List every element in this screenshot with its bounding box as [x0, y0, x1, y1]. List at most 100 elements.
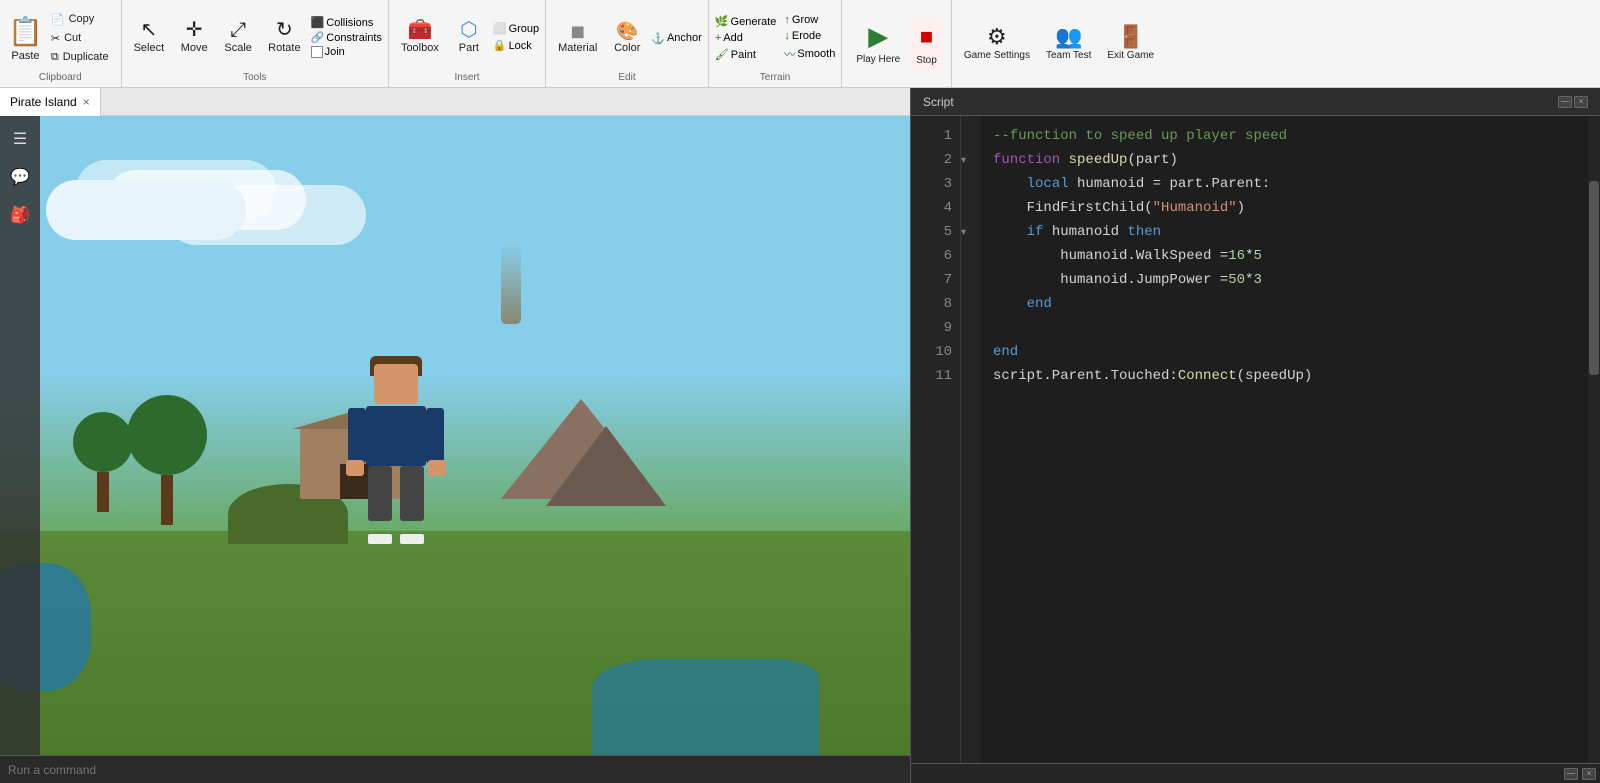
team-test-button[interactable]: 👥 Team Test	[1040, 22, 1097, 66]
move-button[interactable]: ✛ Move	[174, 16, 214, 58]
rotate-button[interactable]: ↻ Rotate	[262, 16, 306, 58]
viewport-chat-icon[interactable]: 💬	[5, 162, 35, 192]
tree-2	[127, 415, 207, 525]
char-left-leg	[368, 466, 392, 521]
join-checkbox[interactable]	[311, 46, 323, 58]
smooth-button[interactable]: 〰 Smooth	[784, 46, 835, 62]
fold-5[interactable]: ▾	[961, 220, 981, 244]
collisions-icon: ⬛	[311, 16, 325, 29]
constraints-button[interactable]: 🔗 Constraints	[311, 31, 382, 44]
char-left-hand	[346, 460, 364, 476]
script-scrollbar-thumb[interactable]	[1589, 181, 1599, 375]
stop-button[interactable]: ⏹ Stop	[910, 17, 943, 70]
char-right-leg	[400, 466, 424, 521]
viewport-menu-icon[interactable]: ☰	[5, 124, 35, 154]
duplicate-button[interactable]: ⧉ Duplicate	[47, 49, 113, 66]
code-num-jumppower: 50	[1228, 268, 1245, 292]
command-input[interactable]	[8, 763, 902, 777]
script-close-button[interactable]: ×	[1574, 96, 1588, 108]
pirate-island-tab[interactable]: Pirate Island ×	[0, 88, 101, 116]
code-num-walkspeed: 16	[1228, 244, 1245, 268]
viewport[interactable]: ☰ 💬 🎒	[0, 116, 910, 755]
line-num-3: 3	[911, 172, 960, 196]
code-num-5: 5	[1253, 244, 1261, 268]
script-bottom-close[interactable]: ×	[1582, 768, 1596, 780]
code-op-2: *	[1245, 268, 1253, 292]
character	[346, 364, 446, 544]
insert-section: 🧰 Toolbox ⬡ Part ⬜ Group 🔒 Lock Insert	[389, 0, 546, 87]
insert-label: Insert	[395, 72, 539, 83]
play-here-button[interactable]: ▶ Play Here	[850, 17, 906, 70]
fold-arrow-5[interactable]: ▾	[961, 227, 966, 238]
script-bottom-minimize[interactable]: —	[1564, 768, 1578, 780]
code-line-3: local humanoid = part.Parent:	[993, 172, 1588, 196]
cut-icon: ✂	[51, 32, 60, 45]
code-connect-args: (speedUp)	[1237, 364, 1313, 388]
viewport-backpack-icon[interactable]: 🎒	[5, 200, 35, 230]
game-settings-button[interactable]: ⚙ Game Settings	[958, 22, 1036, 66]
char-head	[374, 364, 418, 404]
tab-close-button[interactable]: ×	[83, 95, 90, 109]
scale-button[interactable]: ⤢ Scale	[218, 16, 258, 58]
generate-button[interactable]: 🌿 Generate	[715, 15, 777, 28]
material-button[interactable]: ◼ Material	[552, 18, 603, 58]
copy-button[interactable]: 📄 Copy	[47, 11, 113, 28]
code-line-1: --function to speed up player speed	[993, 124, 1588, 148]
settings-section: ⚙ Game Settings 👥 Team Test 🚪 Exit Game	[952, 0, 1166, 87]
fold-9	[961, 316, 981, 340]
code-line-2: function speedUp (part)	[993, 148, 1588, 172]
code-line-10: end	[993, 340, 1588, 364]
generate-icon: 🌿	[715, 15, 729, 28]
line-num-8: 8	[911, 292, 960, 316]
tree-top-2	[127, 395, 207, 475]
anchor-button[interactable]: ⚓ Anchor	[651, 32, 702, 45]
collisions-button[interactable]: ⬛ Collisions	[311, 16, 382, 29]
tree-trunk	[97, 472, 109, 512]
select-button[interactable]: ↖ Select	[128, 16, 171, 58]
code-jumppower: humanoid.JumpPower =	[1060, 268, 1228, 292]
add-terrain-button[interactable]: + Add	[715, 32, 777, 44]
code-editor[interactable]: --function to speed up player speed func…	[981, 116, 1600, 763]
fold-arrow-2[interactable]: ▾	[961, 155, 966, 166]
add-terrain-icon: +	[715, 32, 721, 44]
tab-name: Pirate Island	[10, 95, 77, 109]
part-button[interactable]: ⬡ Part	[449, 16, 489, 58]
fold-2[interactable]: ▾	[961, 148, 981, 172]
join-button[interactable]: Join	[311, 46, 382, 58]
script-minimize-button[interactable]: —	[1558, 96, 1572, 108]
lock-button[interactable]: 🔒 Lock	[493, 39, 539, 52]
code-find-close: )	[1237, 196, 1245, 220]
game-settings-icon: ⚙	[987, 26, 1007, 48]
exit-game-button[interactable]: 🚪 Exit Game	[1101, 22, 1160, 66]
erode-button[interactable]: ↓ Erode	[784, 30, 835, 42]
script-panel: Script — × 1 2 3 4 5 6 7 8 9 10 11	[910, 88, 1600, 783]
grow-button[interactable]: ↑ Grow	[784, 14, 835, 26]
script-body: 1 2 3 4 5 6 7 8 9 10 11 ▾	[911, 116, 1600, 763]
viewport-sidebar: ☰ 💬 🎒	[0, 116, 40, 755]
char-left-foot	[368, 534, 392, 544]
fold-4	[961, 196, 981, 220]
line-num-6: 6	[911, 244, 960, 268]
line-numbers: 1 2 3 4 5 6 7 8 9 10 11	[911, 116, 961, 763]
constraints-icon: 🔗	[311, 31, 325, 44]
line-num-11: 11	[911, 364, 960, 388]
viewport-container: Pirate Island ×	[0, 88, 910, 783]
code-if-cond: humanoid	[1052, 220, 1128, 244]
main-area: Pirate Island ×	[0, 88, 1600, 783]
script-header: Script — ×	[911, 88, 1600, 116]
code-line-8: end	[993, 292, 1588, 316]
paste-button[interactable]: 📋 Paste	[8, 15, 43, 62]
group-button[interactable]: ⬜ Group	[493, 22, 539, 35]
code-comment-1: --function to speed up player speed	[993, 124, 1287, 148]
code-kw-if: if	[1027, 220, 1052, 244]
code-local-var: humanoid = part.Parent:	[1077, 172, 1270, 196]
cut-button[interactable]: ✂ Cut	[47, 30, 113, 47]
script-scrollbar[interactable]	[1588, 116, 1600, 763]
code-line-9	[993, 316, 1588, 340]
paint-terrain-button[interactable]: 🖌 Paint	[715, 48, 777, 61]
color-button[interactable]: 🎨 Color	[607, 18, 647, 58]
smoke-effect	[501, 244, 521, 324]
toolbox-button[interactable]: 🧰 Toolbox	[395, 16, 445, 58]
edit-label: Edit	[552, 72, 702, 83]
code-line-11: script.Parent.Touched: Connect (speedUp)	[993, 364, 1588, 388]
